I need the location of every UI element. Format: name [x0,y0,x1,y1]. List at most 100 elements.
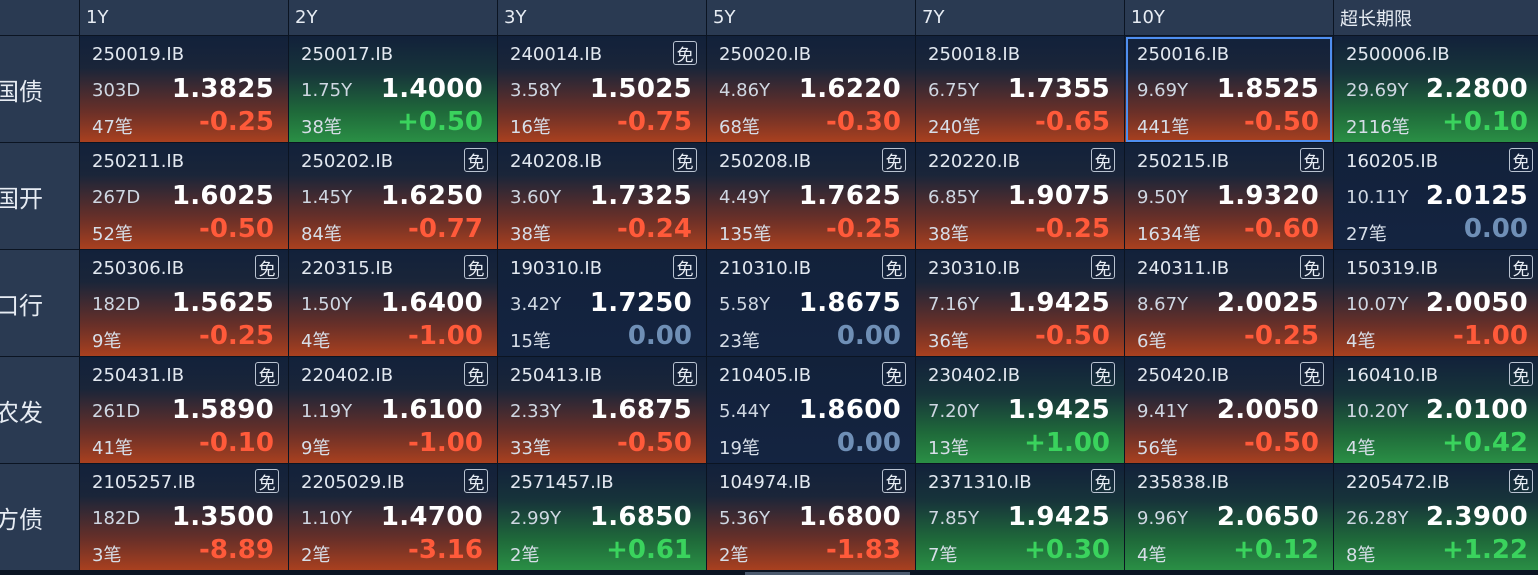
quote-cell[interactable]: 250017.IB 1.75Y 1.4000 38笔 +0.50 [289,36,497,143]
quote-cell[interactable]: 250215.IB 免 9.50Y 1.9320 1634笔 -0.60 [1125,143,1333,250]
trade-count: 52笔 [92,224,133,245]
quote-cell[interactable]: 240311.IB 免 8.67Y 2.0025 6笔 -0.25 [1125,250,1333,357]
yield-change: +0.10 [1442,107,1528,137]
yield-change: 0.00 [836,321,901,351]
bond-code: 240311.IB [1137,258,1230,279]
trade-count: 38笔 [928,224,969,245]
yield-value: 1.8675 [798,288,901,318]
yield-change: -0.30 [826,107,901,137]
tax-exempt-badge: 免 [673,41,697,66]
quote-cell[interactable]: 230310.IB 免 7.16Y 1.9425 36笔 -0.50 [916,250,1124,357]
quote-cell[interactable]: 210310.IB 免 5.58Y 1.8675 23笔 0.00 [707,250,915,357]
remaining-term: 1.10Y [301,508,353,529]
row-label: 农发 [0,357,79,464]
yield-value: 1.9425 [1007,288,1110,318]
yield-value: 1.9320 [1216,181,1319,211]
quote-cell[interactable]: 250020.IB 4.86Y 1.6220 68笔 -0.30 [707,36,915,143]
quote-cell[interactable]: 250431.IB 免 261D 1.5890 41笔 -0.10 [80,357,288,464]
quote-cell[interactable]: 250413.IB 免 2.33Y 1.6875 33笔 -0.50 [498,357,706,464]
quote-cell[interactable]: 240208.IB 免 3.60Y 1.7325 38笔 -0.24 [498,143,706,250]
yield-change: +0.61 [606,535,692,565]
quote-cell[interactable]: 250211.IB 267D 1.6025 52笔 -0.50 [80,143,288,250]
yield-value: 1.7355 [1007,74,1110,104]
yield-value: 2.0050 [1216,395,1319,425]
quote-cell[interactable]: 250420.IB 免 9.41Y 2.0050 56笔 -0.50 [1125,357,1333,464]
yield-change: +1.22 [1442,535,1528,565]
quote-cell[interactable]: 190310.IB 免 3.42Y 1.7250 15笔 0.00 [498,250,706,357]
quote-cell[interactable]: 2371310.IB 免 7.85Y 1.9425 7笔 +0.30 [916,464,1124,571]
yield-value: 1.6800 [798,502,901,532]
yield-value: 1.6220 [798,74,901,104]
header-col-1[interactable]: 1Y [80,0,288,36]
header-col-7[interactable]: 超长期限 [1334,0,1538,36]
trade-count: 4笔 [1346,331,1376,352]
header-col-3[interactable]: 3Y [498,0,706,36]
header-col-4[interactable]: 5Y [707,0,915,36]
quote-cell[interactable]: 250019.IB 303D 1.3825 47笔 -0.25 [80,36,288,143]
quote-cell[interactable]: 2205472.IB 免 26.28Y 2.3900 8笔 +1.22 [1334,464,1538,571]
bond-code: 250306.IB [92,258,185,279]
remaining-term: 9.96Y [1137,508,1189,529]
yield-change: -0.25 [1244,321,1319,351]
trade-count: 4笔 [1346,438,1376,459]
trade-count: 38笔 [301,117,342,138]
quote-cell[interactable]: 230402.IB 免 7.20Y 1.9425 13笔 +1.00 [916,357,1124,464]
yield-change: +0.30 [1024,535,1110,565]
remaining-term: 10.20Y [1346,401,1409,422]
remaining-term: 182D [92,294,141,315]
quote-cell[interactable]: 2105257.IB 免 182D 1.3500 3笔 -8.89 [80,464,288,571]
bond-code: 210405.IB [719,365,812,386]
yield-value: 1.3500 [171,502,274,532]
yield-value: 1.6400 [380,288,483,318]
quote-cell[interactable]: 150319.IB 免 10.07Y 2.0050 4笔 -1.00 [1334,250,1538,357]
bond-code: 250413.IB [510,365,603,386]
remaining-term: 2.33Y [510,401,562,422]
yield-value: 2.0100 [1425,395,1528,425]
tax-exempt-badge: 免 [1509,255,1533,280]
yield-change: -0.25 [1035,214,1110,244]
bond-code: 240208.IB [510,151,603,172]
quote-cell[interactable]: 250306.IB 免 182D 1.5625 9笔 -0.25 [80,250,288,357]
quote-cell[interactable]: 250018.IB 6.75Y 1.7355 240笔 -0.65 [916,36,1124,143]
header-col-6[interactable]: 10Y [1125,0,1333,36]
remaining-term: 6.85Y [928,187,980,208]
remaining-term: 7.16Y [928,294,980,315]
remaining-term: 3.58Y [510,80,562,101]
quote-cell[interactable]: 235838.IB 9.96Y 2.0650 4笔 +0.12 [1125,464,1333,571]
yield-change: -0.60 [1244,214,1319,244]
quote-cell[interactable]: 250016.IB 9.69Y 1.8525 441笔 -0.50 [1125,36,1333,143]
tax-exempt-badge: 免 [464,469,488,494]
header-col-2[interactable]: 2Y [289,0,497,36]
header-col-5[interactable]: 7Y [916,0,1124,36]
yield-change: +0.42 [1442,428,1528,458]
yield-change: +0.50 [397,107,483,137]
quote-cell[interactable]: 220402.IB 免 1.19Y 1.6100 9笔 -1.00 [289,357,497,464]
yield-value: 1.8525 [1216,74,1319,104]
yield-value: 1.9425 [1007,502,1110,532]
quote-cell[interactable]: 220220.IB 免 6.85Y 1.9075 38笔 -0.25 [916,143,1124,250]
quote-cell[interactable]: 250208.IB 免 4.49Y 1.7625 135笔 -0.25 [707,143,915,250]
trade-count: 4笔 [301,331,331,352]
quote-cell[interactable]: 104974.IB 免 5.36Y 1.6800 2笔 -1.83 [707,464,915,571]
quote-cell[interactable]: 160410.IB 免 10.20Y 2.0100 4笔 +0.42 [1334,357,1538,464]
quote-cell[interactable]: 210405.IB 免 5.44Y 1.8600 19笔 0.00 [707,357,915,464]
trade-count: 6笔 [1137,331,1167,352]
remaining-term: 182D [92,508,141,529]
tax-exempt-badge: 免 [1509,148,1533,173]
quote-cell[interactable]: 160205.IB 免 10.11Y 2.0125 27笔 0.00 [1334,143,1538,250]
quote-cell[interactable]: 2205029.IB 免 1.10Y 1.4700 2笔 -3.16 [289,464,497,571]
quote-cell[interactable]: 2571457.IB 2.99Y 1.6850 2笔 +0.61 [498,464,706,571]
yield-change: -0.65 [1035,107,1110,137]
bond-code: 2500006.IB [1346,44,1450,65]
yield-change: +1.00 [1024,428,1110,458]
yield-change: -0.24 [617,214,692,244]
quote-cell[interactable]: 250202.IB 免 1.45Y 1.6250 84笔 -0.77 [289,143,497,250]
bond-code: 150319.IB [1346,258,1439,279]
trade-count: 4笔 [1137,545,1167,566]
quote-cell[interactable]: 240014.IB 免 3.58Y 1.5025 16笔 -0.75 [498,36,706,143]
yield-value: 2.2800 [1425,74,1528,104]
quote-cell[interactable]: 2500006.IB 29.69Y 2.2800 2116笔 +0.10 [1334,36,1538,143]
trade-count: 38笔 [510,224,551,245]
yield-value: 1.5025 [589,74,692,104]
quote-cell[interactable]: 220315.IB 免 1.50Y 1.6400 4笔 -1.00 [289,250,497,357]
